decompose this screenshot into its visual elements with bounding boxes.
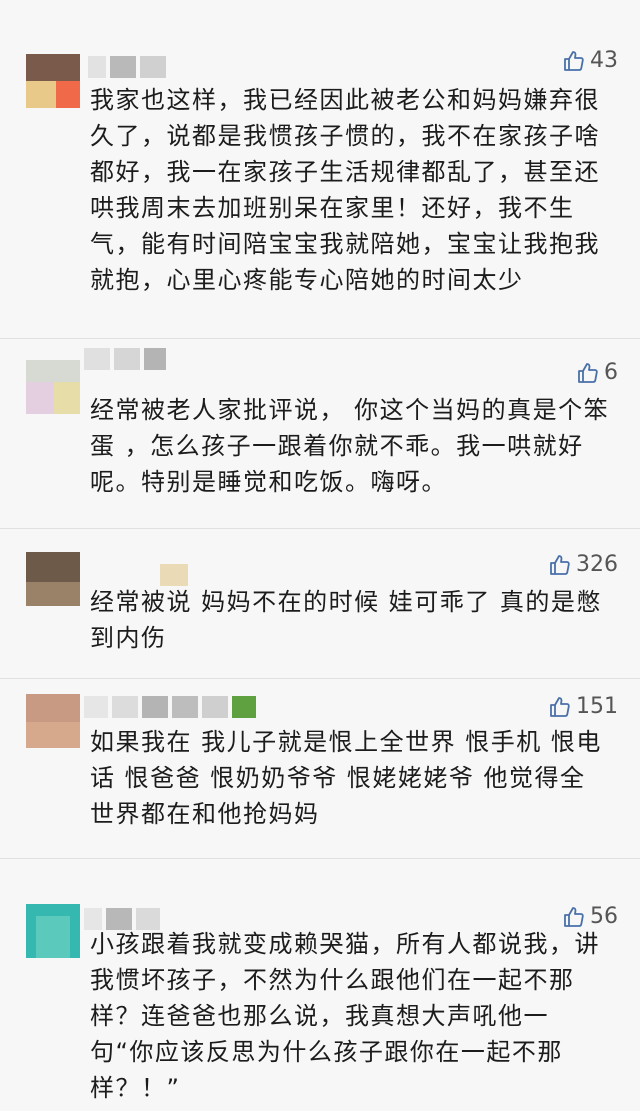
like-count: 326 [576, 552, 618, 577]
comment-item: 326 经常被说 妈妈不在的时候 娃可乖了 真的是憋到内伤 [0, 530, 640, 680]
comment-text: 如果我在 我儿子就是恨上全世界 恨手机 恨电话 恨爸爸 恨奶奶爷爷 恨姥姥姥爷 … [90, 728, 602, 828]
divider [0, 858, 640, 859]
divider [0, 338, 640, 339]
avatar[interactable] [26, 552, 80, 606]
comment-text: 经常被说 妈妈不在的时候 娃可乖了 真的是憋到内伤 [90, 588, 602, 652]
comment-text: 经常被老人家批评说， 你这个当妈的真是个笨蛋 ，怎么孩子一跟着你就不乖。我一哄就… [90, 396, 610, 496]
like-count: 6 [604, 360, 618, 385]
avatar[interactable] [26, 694, 80, 748]
thumbs-up-icon [564, 906, 584, 927]
comment-text: 小孩跟着我就变成赖哭猫，所有人都说我，讲我惯坏孩子，不然为什么跟他们在一起不那样… [90, 930, 600, 1102]
avatar[interactable] [26, 360, 80, 414]
thumbs-up-icon [550, 554, 570, 575]
like-count: 151 [576, 694, 618, 719]
avatar[interactable] [26, 904, 80, 958]
avatar[interactable] [26, 54, 80, 108]
comment-text: 我家也这样，我已经因此被老公和妈妈嫌弃很久了，说都是我惯孩子惯的，我不在家孩子啥… [90, 86, 600, 294]
comment-item: 6 经常被老人家批评说， 你这个当妈的真是个笨蛋 ，怎么孩子一跟着你就不乖。我一… [0, 340, 640, 530]
comment-item: 43 我家也这样，我已经因此被老公和妈妈嫌弃很久了，说都是我惯孩子惯的，我不在家… [0, 0, 640, 340]
like-count: 43 [590, 48, 618, 73]
comment-feed: 43 我家也这样，我已经因此被老公和妈妈嫌弃很久了，说都是我惯孩子惯的，我不在家… [0, 0, 640, 1111]
like-button[interactable]: 43 [562, 48, 618, 73]
thumbs-up-icon [578, 362, 598, 383]
username-blurred[interactable] [160, 564, 192, 586]
username-blurred[interactable] [88, 56, 170, 78]
username-blurred[interactable] [84, 348, 170, 370]
thumbs-up-icon [550, 696, 570, 717]
divider [0, 678, 640, 679]
like-button[interactable]: 6 [576, 360, 618, 385]
like-button[interactable]: 326 [548, 552, 618, 577]
divider [0, 528, 640, 529]
comment-item: 151 如果我在 我儿子就是恨上全世界 恨手机 恨电话 恨爸爸 恨奶奶爷爷 恨姥… [0, 680, 640, 860]
thumbs-up-icon [564, 50, 584, 71]
like-button[interactable]: 151 [548, 694, 618, 719]
username-blurred[interactable] [84, 696, 260, 718]
comment-item: 56 小孩跟着我就变成赖哭猫，所有人都说我，讲我惯坏孩子，不然为什么跟他们在一起… [0, 860, 640, 1111]
